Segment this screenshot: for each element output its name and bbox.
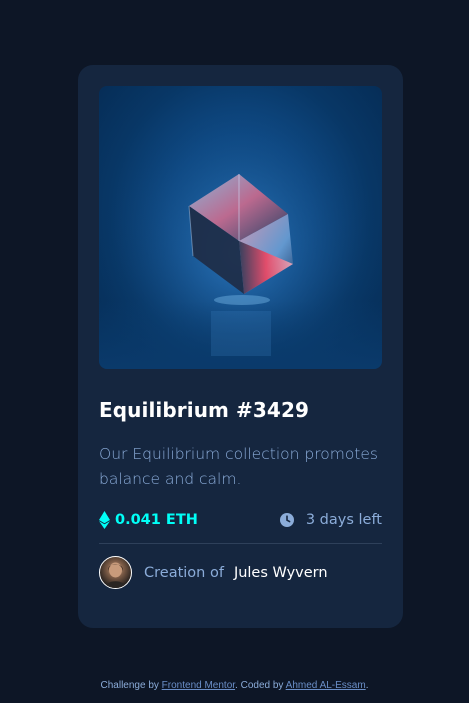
time-left: 3 days left: [279, 512, 382, 528]
nft-card: Equilibrium #3429 Our Equilibrium collec…: [78, 65, 403, 628]
nft-stats: 0.041 ETH 3 days left: [99, 509, 382, 531]
price-value: 0.041 ETH: [115, 512, 198, 528]
attribution: Challenge by Frontend Mentor. Coded by A…: [0, 680, 469, 691]
attribution-middle: . Coded by: [235, 680, 284, 691]
price: 0.041 ETH: [99, 511, 198, 529]
time-left-value: 3 days left: [305, 512, 382, 528]
avatar-image: [105, 562, 126, 588]
attribution-suffix: .: [365, 680, 369, 691]
creator-row: Creation of Jules Wyvern: [99, 556, 382, 589]
frontend-mentor-link[interactable]: Frontend Mentor: [162, 680, 235, 691]
avatar: [99, 556, 132, 589]
author-link[interactable]: Ahmed AL-Essam: [286, 680, 366, 691]
nft-image[interactable]: [99, 86, 382, 369]
attribution-prefix: Challenge by: [100, 680, 159, 691]
ethereum-icon: [99, 511, 110, 529]
crystal-cube-image: [99, 86, 382, 369]
clock-icon: [279, 513, 294, 527]
creator-name-link[interactable]: Jules Wyvern: [234, 565, 328, 581]
creator-label: Creation of: [144, 564, 224, 581]
divider: [99, 543, 382, 544]
nft-description: Our Equilibrium collection promotes bala…: [99, 445, 378, 488]
nft-title[interactable]: Equilibrium #3429: [99, 398, 382, 422]
